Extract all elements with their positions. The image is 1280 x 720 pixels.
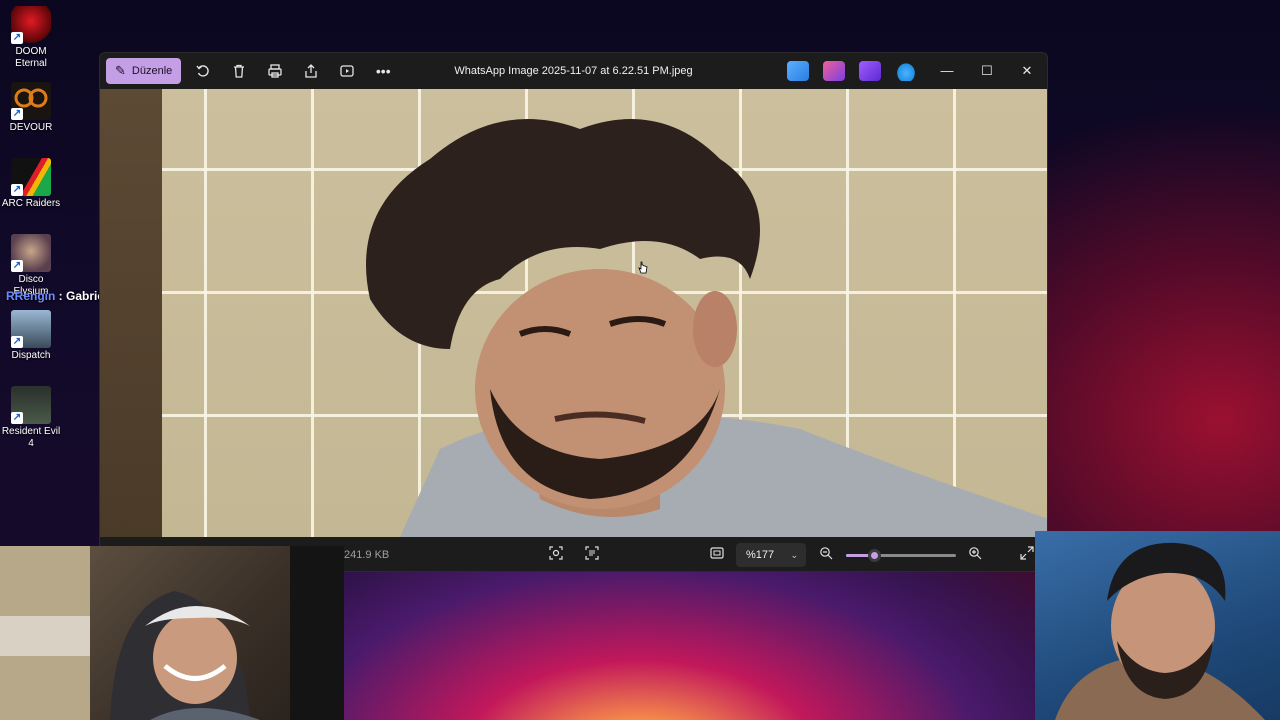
chat-separator: : bbox=[55, 289, 67, 303]
video-editor-icon[interactable] bbox=[859, 61, 881, 81]
slideshow-icon[interactable] bbox=[333, 57, 361, 85]
edit-button-label: Düzenle bbox=[131, 65, 173, 77]
onedrive-icon[interactable] bbox=[895, 61, 917, 81]
shortcut-arrow-icon: ↗ bbox=[11, 184, 23, 196]
app-shortcut-icons bbox=[787, 61, 917, 81]
disco-elysium-icon: ↗ bbox=[11, 234, 51, 272]
photos-window: ✎ Düzenle ••• WhatsApp Image 2025-11-07 … bbox=[99, 52, 1048, 572]
arc-raiders-icon: ↗ bbox=[11, 158, 51, 196]
face-detect-icon[interactable] bbox=[547, 546, 565, 564]
scan-text-icon[interactable] bbox=[583, 546, 601, 564]
title-bar: ✎ Düzenle ••• WhatsApp Image 2025-11-07 … bbox=[100, 53, 1047, 89]
close-icon[interactable]: ✕ bbox=[1007, 53, 1047, 89]
dispatch-icon: ↗ bbox=[11, 310, 51, 348]
more-icon[interactable]: ••• bbox=[369, 57, 397, 85]
edit-image-icon: ✎ bbox=[115, 63, 126, 78]
photo-canvas[interactable] bbox=[100, 89, 1047, 537]
zoom-out-icon[interactable] bbox=[817, 546, 835, 564]
desktop-icon-label: DEVOUR bbox=[9, 122, 53, 133]
print-icon[interactable] bbox=[261, 57, 289, 85]
designer-icon[interactable] bbox=[823, 61, 845, 81]
delete-icon[interactable] bbox=[225, 57, 253, 85]
shortcut-arrow-icon: ↗ bbox=[11, 412, 23, 424]
desktop-icon-arc-raiders[interactable]: ↗ ARC Raiders bbox=[0, 158, 62, 210]
zoom-in-icon[interactable] bbox=[966, 546, 984, 564]
zoom-level-dropdown[interactable]: %177 ⌄ bbox=[736, 543, 806, 567]
window-controls: — ☐ ✕ bbox=[927, 53, 1047, 89]
clipchamp-icon[interactable] bbox=[787, 61, 809, 81]
guest-scene bbox=[1055, 542, 1265, 720]
edit-button[interactable]: ✎ Düzenle bbox=[106, 58, 182, 84]
desktop-icon-resident-evil[interactable]: ↗ Resident Evil 4 bbox=[0, 386, 62, 450]
hand-cursor-icon bbox=[638, 261, 648, 274]
zoom-slider-thumb[interactable] bbox=[867, 549, 881, 562]
expand-icon[interactable] bbox=[1018, 546, 1036, 564]
streamer-webcam bbox=[0, 546, 344, 720]
file-size: 241.9 KB bbox=[344, 549, 390, 561]
resident-evil-icon: ↗ bbox=[11, 386, 51, 424]
guest-video bbox=[1035, 531, 1280, 720]
rotate-icon[interactable] bbox=[189, 57, 217, 85]
fit-to-window-icon[interactable] bbox=[708, 546, 726, 564]
doom-eternal-icon: ↗ bbox=[11, 6, 51, 44]
desktop-icon-label: Dispatch bbox=[11, 350, 51, 361]
chevron-down-icon: ⌄ bbox=[790, 550, 798, 560]
zoom-level-value: %177 bbox=[746, 549, 775, 561]
zoom-slider[interactable] bbox=[846, 549, 956, 562]
desktop-icon-label: ARC Raiders bbox=[1, 198, 61, 209]
devour-icon: ↗ bbox=[11, 82, 51, 120]
photo-subject bbox=[366, 119, 1047, 537]
desktop-icon-devour[interactable]: ↗ DEVOUR bbox=[0, 82, 62, 134]
desktop-icon-doom-eternal[interactable]: ↗ DOOM Eternal bbox=[0, 6, 62, 70]
chat-username: RRengin bbox=[6, 289, 56, 303]
desktop-icon-dispatch[interactable]: ↗ Dispatch bbox=[0, 310, 62, 362]
desktop-icon-label: Resident Evil 4 bbox=[1, 426, 61, 449]
minimize-icon[interactable]: — bbox=[927, 53, 967, 89]
shortcut-arrow-icon: ↗ bbox=[11, 260, 23, 272]
webcam-scene bbox=[0, 546, 344, 720]
shortcut-arrow-icon: ↗ bbox=[11, 32, 23, 44]
desktop-icon-label: DOOM Eternal bbox=[15, 46, 47, 69]
share-icon[interactable] bbox=[297, 57, 325, 85]
shortcut-arrow-icon: ↗ bbox=[11, 108, 23, 120]
maximize-icon[interactable]: ☐ bbox=[967, 53, 1007, 89]
shortcut-arrow-icon: ↗ bbox=[11, 336, 23, 348]
